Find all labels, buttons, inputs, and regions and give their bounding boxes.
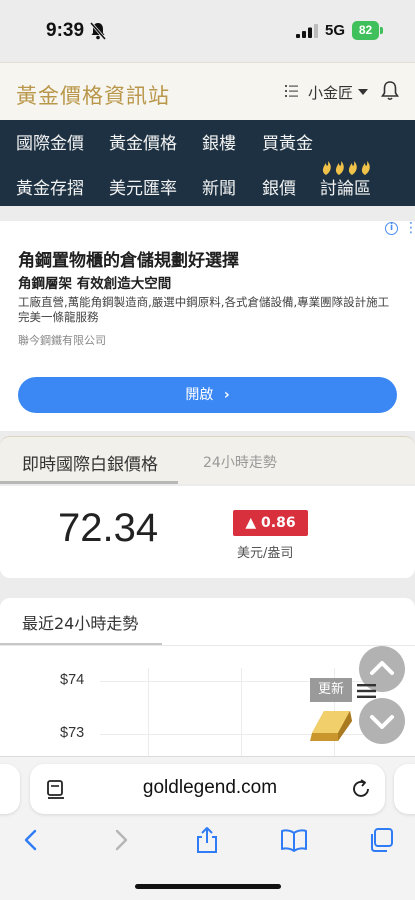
- active-tab-indicator: [0, 481, 178, 484]
- user-list-icon[interactable]: [284, 82, 300, 102]
- silver-price-value: 72.34: [58, 506, 159, 550]
- nav-item-usd-rate[interactable]: 美元匯率: [109, 174, 177, 199]
- nav-item-jewelry-store[interactable]: 銀樓: [202, 129, 236, 154]
- address-bar-url[interactable]: goldlegend.com: [70, 777, 350, 799]
- price-change-badge: ▲ 0.86: [233, 510, 308, 536]
- nav-item-gold-price[interactable]: 黃金價格: [109, 129, 177, 154]
- nav-item-news[interactable]: 新聞: [202, 174, 236, 199]
- y-tick-label: $74: [60, 672, 85, 688]
- ad-company: 聯今鋼鐵有限公司: [18, 334, 106, 347]
- nav-item-gold-passbook[interactable]: 黃金存摺: [16, 174, 84, 199]
- ad-open-button[interactable]: 開啟 ›: [18, 377, 397, 413]
- ad-title[interactable]: 角鋼置物櫃的倉儲規劃好選擇: [18, 246, 239, 271]
- user-menu-name[interactable]: 小金匠: [308, 82, 353, 103]
- chevron-right-icon: ›: [223, 387, 230, 403]
- notification-bell-icon[interactable]: [380, 80, 400, 102]
- battery-icon: 82: [352, 21, 379, 40]
- share-icon[interactable]: [193, 826, 221, 854]
- grid-line: [241, 668, 242, 760]
- main-navigation: 國際金價 黃金價格 銀樓 買黃金 黃金存摺 美元匯率 新聞 銀價 討論區: [0, 120, 415, 206]
- divider: [0, 645, 415, 646]
- ad-description: 工廠直營,萬能角鋼製造商,嚴選中鋼原料,各式倉儲設備,專業團隊設計施工完美一條龍…: [18, 295, 390, 324]
- page-menu-icon[interactable]: [46, 778, 66, 800]
- battery-cap: [380, 27, 383, 34]
- tabs-icon[interactable]: [367, 826, 395, 854]
- previous-tab-pill[interactable]: [0, 764, 20, 814]
- refresh-button[interactable]: 更新: [310, 678, 352, 702]
- hamburger-menu-icon[interactable]: [357, 684, 376, 698]
- next-tab-pill[interactable]: [394, 764, 415, 814]
- ad-info-icon[interactable]: i: [385, 222, 398, 235]
- tab-24h-trend[interactable]: 24小時走勢: [203, 452, 277, 472]
- nav-item-forum[interactable]: 討論區: [320, 174, 371, 199]
- site-title[interactable]: 黃金價格資訊站: [16, 80, 170, 110]
- reload-icon[interactable]: [350, 778, 372, 800]
- scroll-down-button[interactable]: [359, 698, 405, 744]
- y-tick-label: $73: [60, 725, 85, 741]
- nav-item-international-gold[interactable]: 國際金價: [16, 129, 84, 154]
- trend-title: 最近24小時走勢: [22, 614, 139, 633]
- ad-options-icon[interactable]: ⋮: [404, 221, 415, 235]
- cellular-signal-icon: [296, 24, 318, 38]
- gold-bar-icon[interactable]: [308, 707, 354, 743]
- clock: 9:39: [46, 20, 85, 41]
- ad-open-label: 開啟: [185, 387, 214, 403]
- grid-line: [148, 668, 149, 760]
- tab-live-silver-price[interactable]: 即時國際白銀價格: [22, 450, 158, 475]
- chevron-down-icon[interactable]: [358, 89, 368, 95]
- forward-icon[interactable]: [106, 826, 134, 854]
- silent-bell-icon: [90, 22, 106, 40]
- home-indicator[interactable]: [135, 884, 281, 889]
- bookmarks-icon[interactable]: [280, 826, 308, 854]
- nav-item-buy-gold[interactable]: 買黃金: [262, 129, 313, 154]
- ad-subtitle: 角鋼層架 有效創造大空間: [18, 276, 172, 292]
- network-type: 5G: [325, 22, 346, 39]
- nav-item-silver-price[interactable]: 銀價: [262, 174, 296, 199]
- chevron-down-icon: [370, 715, 394, 729]
- back-icon[interactable]: [18, 826, 46, 854]
- price-unit: 美元/盎司: [237, 546, 294, 561]
